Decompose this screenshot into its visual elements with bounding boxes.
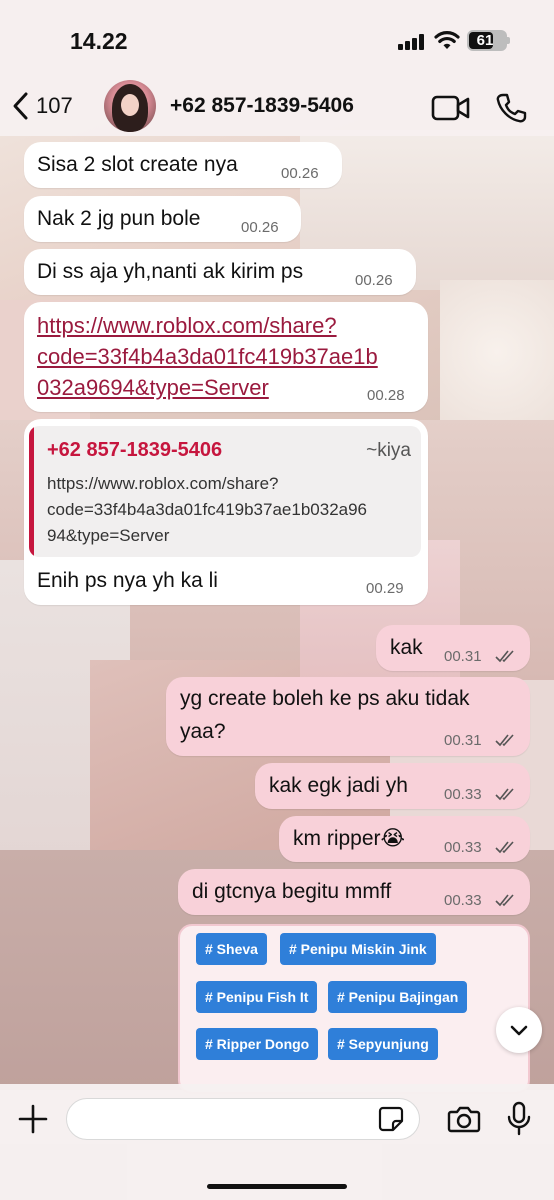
wifi-icon xyxy=(434,31,460,49)
message-input[interactable] xyxy=(66,1098,420,1140)
message-text-line: yg create boleh ke ps aku tidak xyxy=(180,687,470,710)
video-call-icon[interactable] xyxy=(431,94,471,122)
hashtag-chip: # Sheva xyxy=(196,933,267,965)
outgoing-message[interactable]: di gtcnya begitu mmff 00.33 xyxy=(178,869,530,915)
read-ticks-icon xyxy=(495,734,514,747)
outgoing-image-message[interactable]: # Sheva # Penipu Miskin Jink # Penipu Fi… xyxy=(178,924,530,1094)
message-text: km ripper😭 xyxy=(293,827,406,850)
hashtag-chip: # Sepyunjung xyxy=(328,1028,438,1060)
contact-name[interactable]: +62 857-1839-5406 xyxy=(170,94,354,118)
message-time: 00.29 xyxy=(366,580,404,597)
message-text: di gtcnya begitu mmff xyxy=(192,880,392,903)
message-text: kak egk jadi yh xyxy=(269,774,408,797)
message-text-line: yaa? xyxy=(180,720,226,743)
roblox-share-link-line[interactable]: 032a9694&type=Server xyxy=(37,372,269,403)
message-time: 00.26 xyxy=(355,272,393,289)
hashtag-chip: # Penipu Miskin Jink xyxy=(280,933,436,965)
outgoing-message[interactable]: km ripper😭 00.33 xyxy=(279,816,530,862)
battery-icon: 61 xyxy=(467,30,510,51)
message-composer-bar xyxy=(0,1084,554,1200)
message-text: Sisa 2 slot create nya xyxy=(37,153,238,176)
outgoing-message[interactable]: kak 00.31 xyxy=(376,625,530,671)
home-indicator xyxy=(207,1184,347,1189)
read-ticks-icon xyxy=(495,650,514,663)
roblox-share-link-line[interactable]: https://www.roblox.com/share? xyxy=(37,310,337,341)
message-text: Enih ps nya yh ka li xyxy=(37,569,218,592)
read-ticks-icon xyxy=(495,788,514,801)
roblox-share-link-line[interactable]: code=33f4b4a3da01fc419b37ae1b xyxy=(37,341,378,372)
hashtag-chip: # Penipu Fish It xyxy=(196,981,318,1013)
outgoing-message[interactable]: kak egk jadi yh 00.33 xyxy=(255,763,530,809)
hashtag-chip: # Penipu Bajingan xyxy=(328,981,468,1013)
chat-header: 14.22 61 107 +62 857-1839-5406 xyxy=(0,0,554,136)
read-ticks-icon xyxy=(495,894,514,907)
message-time: 00.26 xyxy=(241,219,279,236)
message-time: 00.28 xyxy=(367,387,405,404)
message-time: 00.26 xyxy=(281,165,319,182)
phone-call-icon[interactable] xyxy=(495,92,527,124)
message-time: 00.31 xyxy=(444,648,482,665)
outgoing-message[interactable]: yg create boleh ke ps aku tidak yaa? 00.… xyxy=(166,677,530,756)
quoted-text-line: code=33f4b4a3da01fc419b37ae1b032a96 xyxy=(47,500,368,519)
incoming-message[interactable]: Di ss aja yh,nanti ak kirim ps 00.26 xyxy=(24,249,416,295)
sticker-icon[interactable] xyxy=(378,1106,404,1132)
quoted-sender: +62 857-1839-5406 xyxy=(47,439,223,461)
quoted-message[interactable]: +62 857-1839-5406 ~kiya https://www.robl… xyxy=(29,426,421,557)
message-time: 00.33 xyxy=(444,892,482,909)
quoted-text-line: https://www.roblox.com/share? xyxy=(47,474,279,493)
microphone-icon[interactable] xyxy=(506,1101,532,1137)
unread-count: 107 xyxy=(36,93,73,118)
back-chevron-icon xyxy=(13,92,28,120)
camera-icon[interactable] xyxy=(447,1104,481,1134)
chevron-down-icon xyxy=(510,1025,528,1036)
hashtag-chip: # Ripper Dongo xyxy=(196,1028,319,1060)
message-text: kak xyxy=(390,636,423,659)
quoted-text: https://www.roblox.com/share? code=33f4b… xyxy=(47,471,367,549)
quoted-sender-alias: ~kiya xyxy=(366,440,411,461)
message-text: Di ss aja yh,nanti ak kirim ps xyxy=(37,260,304,283)
incoming-message[interactable]: Nak 2 jg pun bole 00.26 xyxy=(24,196,301,242)
message-time: 00.33 xyxy=(444,839,482,856)
quoted-text-line: 94&type=Server xyxy=(47,526,170,545)
back-button[interactable]: 107 xyxy=(10,88,73,124)
scroll-to-bottom-button[interactable] xyxy=(496,1007,542,1053)
battery-level: 61 xyxy=(476,32,494,49)
read-ticks-icon xyxy=(495,841,514,854)
message-time: 00.33 xyxy=(444,786,482,803)
contact-avatar[interactable] xyxy=(104,80,156,132)
cellular-signal-icon xyxy=(398,34,426,50)
plus-icon[interactable] xyxy=(17,1103,49,1135)
message-time: 00.31 xyxy=(444,732,482,749)
status-time: 14.22 xyxy=(70,28,128,54)
incoming-message[interactable]: Sisa 2 slot create nya 00.26 xyxy=(24,142,342,188)
quote-accent-bar xyxy=(29,426,34,557)
incoming-link-message[interactable]: https://www.roblox.com/share? code=33f4b… xyxy=(24,302,428,412)
message-text: Nak 2 jg pun bole xyxy=(37,207,201,230)
